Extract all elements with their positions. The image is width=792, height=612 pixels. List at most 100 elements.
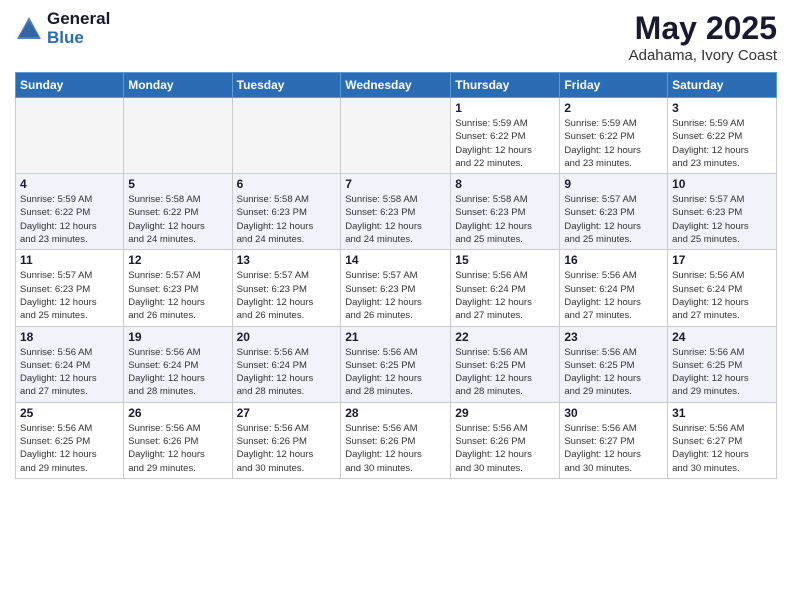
col-saturday: Saturday xyxy=(668,73,777,98)
day-number: 16 xyxy=(564,253,663,267)
col-tuesday: Tuesday xyxy=(232,73,341,98)
day-info: Sunrise: 5:59 AMSunset: 6:22 PMDaylight:… xyxy=(564,117,663,170)
title-section: May 2025 Adahama, Ivory Coast xyxy=(629,10,777,64)
day-number: 13 xyxy=(237,253,337,267)
table-row: 11 Sunrise: 5:57 AMSunset: 6:23 PMDayligh… xyxy=(16,250,124,326)
day-info: Sunrise: 5:56 AMSunset: 6:26 PMDaylight:… xyxy=(128,422,227,475)
table-row: 28Sunrise: 5:56 AMSunset: 6:26 PMDayligh… xyxy=(341,402,451,478)
day-number: 3 xyxy=(672,101,772,115)
day-info: Sunrise: 5:57 AMSunset: 6:23 PMDaylight:… xyxy=(20,269,119,322)
calendar-week-row: 25 Sunrise: 5:56 AMSunset: 6:25 PMDayligh… xyxy=(16,402,777,478)
day-info: Sunrise: 5:56 AMSunset: 6:25 PMDaylight:… xyxy=(672,346,772,399)
table-row: 4 Sunrise: 5:59 AMSunset: 6:22 PMDaylight… xyxy=(16,174,124,250)
day-number: 8 xyxy=(455,177,555,191)
day-number: 21 xyxy=(345,330,446,344)
day-number: 5 xyxy=(128,177,227,191)
table-row: 12 Sunrise: 5:57 AMSunset: 6:23 PMDayligh… xyxy=(124,250,232,326)
day-number: 15 xyxy=(455,253,555,267)
table-row xyxy=(16,98,124,174)
day-number: 17 xyxy=(672,253,772,267)
table-row: 1Sunrise: 5:59 AMSunset: 6:22 PMDaylight… xyxy=(451,98,560,174)
calendar-table: Sunday Monday Tuesday Wednesday Thursday… xyxy=(15,72,777,479)
table-row: 30 Sunrise: 5:56 AMSunset: 6:27 PMDayligh… xyxy=(560,402,668,478)
day-number: 12 xyxy=(128,253,227,267)
table-row: 6 Sunrise: 5:58 AMSunset: 6:23 PMDaylight… xyxy=(232,174,341,250)
day-info: Sunrise: 5:57 AMSunset: 6:23 PMDaylight:… xyxy=(345,269,446,322)
day-number: 18 xyxy=(20,330,119,344)
day-info: Sunrise: 5:56 AMSunset: 6:27 PMDaylight:… xyxy=(672,422,772,475)
table-row: 10Sunrise: 5:57 AMSunset: 6:23 PMDayligh… xyxy=(668,174,777,250)
day-info: Sunrise: 5:56 AMSunset: 6:24 PMDaylight:… xyxy=(128,346,227,399)
table-row: 16 Sunrise: 5:56 AMSunset: 6:24 PMDayligh… xyxy=(560,250,668,326)
day-info: Sunrise: 5:59 AMSunset: 6:22 PMDaylight:… xyxy=(455,117,555,170)
day-number: 25 xyxy=(20,406,119,420)
day-info: Sunrise: 5:56 AMSunset: 6:24 PMDaylight:… xyxy=(20,346,119,399)
day-info: Sunrise: 5:56 AMSunset: 6:25 PMDaylight:… xyxy=(20,422,119,475)
table-row: 18 Sunrise: 5:56 AMSunset: 6:24 PMDayligh… xyxy=(16,326,124,402)
day-info: Sunrise: 5:56 AMSunset: 6:24 PMDaylight:… xyxy=(455,269,555,322)
table-row: 31 Sunrise: 5:56 AMSunset: 6:27 PMDayligh… xyxy=(668,402,777,478)
table-row: 26Sunrise: 5:56 AMSunset: 6:26 PMDayligh… xyxy=(124,402,232,478)
day-info: Sunrise: 5:57 AMSunset: 6:23 PMDaylight:… xyxy=(564,193,663,246)
day-number: 2 xyxy=(564,101,663,115)
day-info: Sunrise: 5:57 AMSunset: 6:23 PMDaylight:… xyxy=(237,269,337,322)
logo-text: General Blue xyxy=(47,10,110,47)
day-info: Sunrise: 5:56 AMSunset: 6:24 PMDaylight:… xyxy=(672,269,772,322)
table-row: 29 Sunrise: 5:56 AMSunset: 6:26 PMDayligh… xyxy=(451,402,560,478)
day-number: 19 xyxy=(128,330,227,344)
day-number: 24 xyxy=(672,330,772,344)
day-number: 14 xyxy=(345,253,446,267)
table-row: 17 Sunrise: 5:56 AMSunset: 6:24 PMDayligh… xyxy=(668,250,777,326)
logo-blue-label: Blue xyxy=(47,29,110,48)
day-number: 9 xyxy=(564,177,663,191)
table-row: 5 Sunrise: 5:58 AMSunset: 6:22 PMDaylight… xyxy=(124,174,232,250)
table-row: 3 Sunrise: 5:59 AMSunset: 6:22 PMDaylight… xyxy=(668,98,777,174)
day-info: Sunrise: 5:56 AMSunset: 6:26 PMDaylight:… xyxy=(455,422,555,475)
table-row xyxy=(232,98,341,174)
col-wednesday: Wednesday xyxy=(341,73,451,98)
day-number: 4 xyxy=(20,177,119,191)
day-info: Sunrise: 5:56 AMSunset: 6:26 PMDaylight:… xyxy=(345,422,446,475)
day-info: Sunrise: 5:59 AMSunset: 6:22 PMDaylight:… xyxy=(20,193,119,246)
day-info: Sunrise: 5:58 AMSunset: 6:22 PMDaylight:… xyxy=(128,193,227,246)
day-info: Sunrise: 5:58 AMSunset: 6:23 PMDaylight:… xyxy=(345,193,446,246)
main-title: May 2025 xyxy=(629,10,777,47)
table-row: 24 Sunrise: 5:56 AMSunset: 6:25 PMDayligh… xyxy=(668,326,777,402)
day-info: Sunrise: 5:56 AMSunset: 6:27 PMDaylight:… xyxy=(564,422,663,475)
subtitle: Adahama, Ivory Coast xyxy=(629,47,777,64)
logo-general-label: General xyxy=(47,10,110,29)
table-row xyxy=(341,98,451,174)
day-info: Sunrise: 5:56 AMSunset: 6:25 PMDaylight:… xyxy=(455,346,555,399)
table-row: 14 Sunrise: 5:57 AMSunset: 6:23 PMDayligh… xyxy=(341,250,451,326)
day-number: 29 xyxy=(455,406,555,420)
day-info: Sunrise: 5:57 AMSunset: 6:23 PMDaylight:… xyxy=(128,269,227,322)
day-info: Sunrise: 5:59 AMSunset: 6:22 PMDaylight:… xyxy=(672,117,772,170)
col-friday: Friday xyxy=(560,73,668,98)
table-row: 19 Sunrise: 5:56 AMSunset: 6:24 PMDayligh… xyxy=(124,326,232,402)
day-info: Sunrise: 5:56 AMSunset: 6:25 PMDaylight:… xyxy=(564,346,663,399)
table-row: 9 Sunrise: 5:57 AMSunset: 6:23 PMDaylight… xyxy=(560,174,668,250)
logo: General Blue xyxy=(15,10,110,47)
table-row: 13 Sunrise: 5:57 AMSunset: 6:23 PMDayligh… xyxy=(232,250,341,326)
header: General Blue May 2025 Adahama, Ivory Coa… xyxy=(15,10,777,64)
day-number: 10 xyxy=(672,177,772,191)
col-monday: Monday xyxy=(124,73,232,98)
day-number: 11 xyxy=(20,253,119,267)
day-number: 30 xyxy=(564,406,663,420)
day-info: Sunrise: 5:56 AMSunset: 6:26 PMDaylight:… xyxy=(237,422,337,475)
day-number: 31 xyxy=(672,406,772,420)
calendar-week-row: 18 Sunrise: 5:56 AMSunset: 6:24 PMDayligh… xyxy=(16,326,777,402)
table-row: 23 Sunrise: 5:56 AMSunset: 6:25 PMDayligh… xyxy=(560,326,668,402)
day-number: 6 xyxy=(237,177,337,191)
table-row: 27Sunrise: 5:56 AMSunset: 6:26 PMDayligh… xyxy=(232,402,341,478)
day-info: Sunrise: 5:56 AMSunset: 6:24 PMDaylight:… xyxy=(237,346,337,399)
table-row: 20Sunrise: 5:56 AMSunset: 6:24 PMDayligh… xyxy=(232,326,341,402)
calendar-week-row: 1Sunrise: 5:59 AMSunset: 6:22 PMDaylight… xyxy=(16,98,777,174)
table-row: 22Sunrise: 5:56 AMSunset: 6:25 PMDayligh… xyxy=(451,326,560,402)
calendar-week-row: 11 Sunrise: 5:57 AMSunset: 6:23 PMDayligh… xyxy=(16,250,777,326)
table-row: 2 Sunrise: 5:59 AMSunset: 6:22 PMDaylight… xyxy=(560,98,668,174)
day-info: Sunrise: 5:56 AMSunset: 6:24 PMDaylight:… xyxy=(564,269,663,322)
day-number: 23 xyxy=(564,330,663,344)
table-row: 25 Sunrise: 5:56 AMSunset: 6:25 PMDayligh… xyxy=(16,402,124,478)
day-info: Sunrise: 5:58 AMSunset: 6:23 PMDaylight:… xyxy=(237,193,337,246)
